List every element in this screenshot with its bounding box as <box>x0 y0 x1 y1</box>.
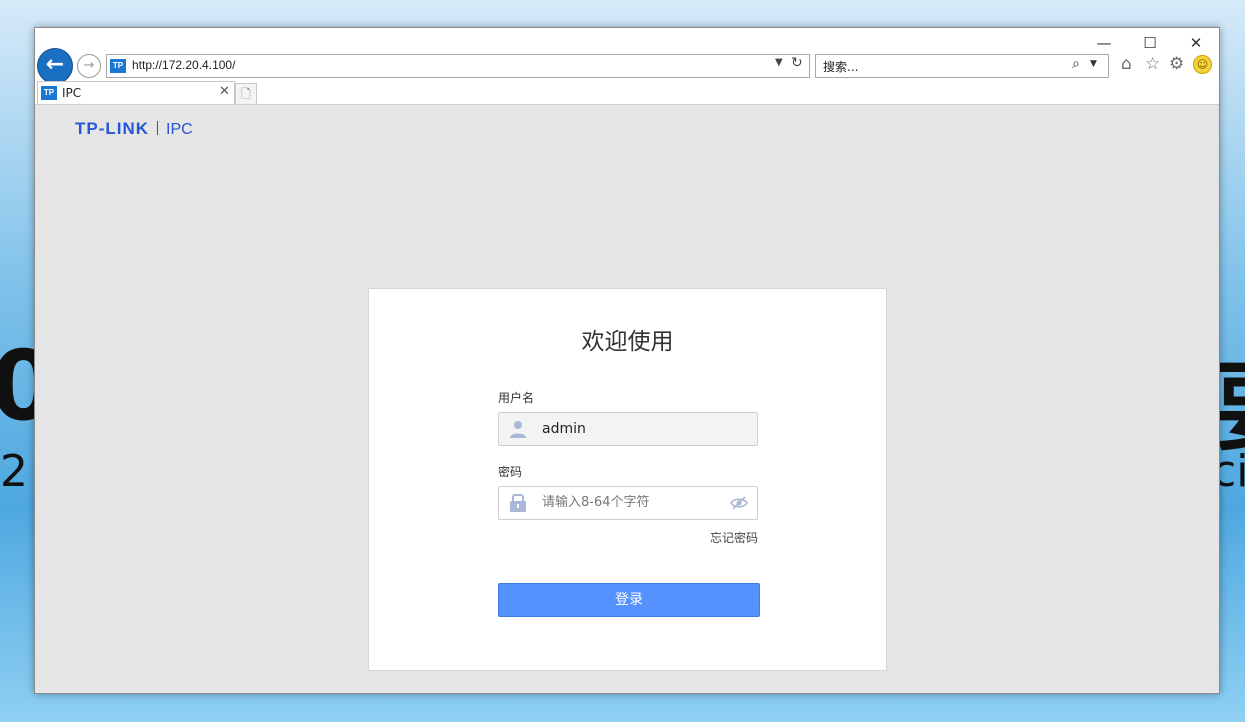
desktop-wallpaper: 0 2 要 ci — ☐ ✕ ← → TP http://172.20.4.10… <box>0 0 1245 722</box>
tab-title: IPC <box>62 86 82 100</box>
username-label: 用户名 <box>498 391 535 405</box>
home-icon[interactable]: ⌂ <box>1121 54 1132 74</box>
search-bar[interactable]: 搜索... ⌕ ▼ <box>815 54 1109 78</box>
address-text[interactable]: http://172.20.4.100/ <box>132 58 235 72</box>
username-input[interactable]: admin <box>542 421 722 437</box>
new-tab-button[interactable]: 🗋 <box>235 83 257 105</box>
page-title: 欢迎使用 <box>581 329 674 355</box>
gear-icon[interactable]: ⚙ <box>1169 54 1184 74</box>
star-icon[interactable]: ☆ <box>1145 54 1160 74</box>
user-icon <box>510 421 526 438</box>
search-icon[interactable]: ⌕ <box>1072 56 1080 72</box>
forgot-password-link[interactable]: 忘记密码 <box>710 529 758 546</box>
password-label: 密码 <box>498 465 523 479</box>
maximize-button[interactable]: ☐ <box>1127 32 1173 54</box>
brand-product: IPC <box>166 121 193 138</box>
brand-logo: TP-LINK IPC <box>75 119 193 139</box>
browser-window: — ☐ ✕ ← → TP http://172.20.4.100/ ▼ ↻ 搜索… <box>34 27 1220 694</box>
search-input[interactable]: 搜索... <box>823 58 858 75</box>
forward-arrow-icon[interactable]: → <box>77 54 101 78</box>
password-field[interactable] <box>498 486 758 520</box>
search-dropdown-icon[interactable]: ▼ <box>1090 59 1097 69</box>
page-content: TP-LINK IPC 欢迎使用 用户名 admin 密码 忘记密码 登录 <box>35 104 1219 693</box>
password-input[interactable] <box>542 495 722 510</box>
tab-favicon-icon: TP <box>41 86 57 100</box>
address-dropdown-icon[interactable]: ▼ <box>775 57 783 68</box>
eye-hidden-icon[interactable] <box>730 495 748 511</box>
minimize-button[interactable]: — <box>1081 32 1127 54</box>
brand-separator <box>157 121 159 135</box>
refresh-icon[interactable]: ↻ <box>791 55 803 71</box>
brand-name: TP-LINK <box>75 119 150 138</box>
address-bar[interactable]: TP http://172.20.4.100/ ▼ ↻ <box>106 54 810 78</box>
login-card: 欢迎使用 用户名 admin 密码 忘记密码 登录 <box>368 288 887 671</box>
username-field[interactable]: admin <box>498 412 758 446</box>
lock-icon <box>510 494 526 512</box>
smiley-icon[interactable]: ☺ <box>1193 55 1212 74</box>
close-window-button[interactable]: ✕ <box>1173 32 1219 54</box>
back-arrow-icon[interactable]: ← <box>37 48 73 84</box>
wallpaper-text: 2 <box>0 446 28 497</box>
login-button[interactable]: 登录 <box>498 583 760 617</box>
tab-ipc[interactable]: TP IPC ✕ <box>37 81 235 105</box>
browser-titlebar: — ☐ ✕ ← → TP http://172.20.4.100/ ▼ ↻ 搜索… <box>35 28 1219 105</box>
site-favicon-icon: TP <box>110 59 126 73</box>
close-tab-icon[interactable]: ✕ <box>219 84 230 99</box>
